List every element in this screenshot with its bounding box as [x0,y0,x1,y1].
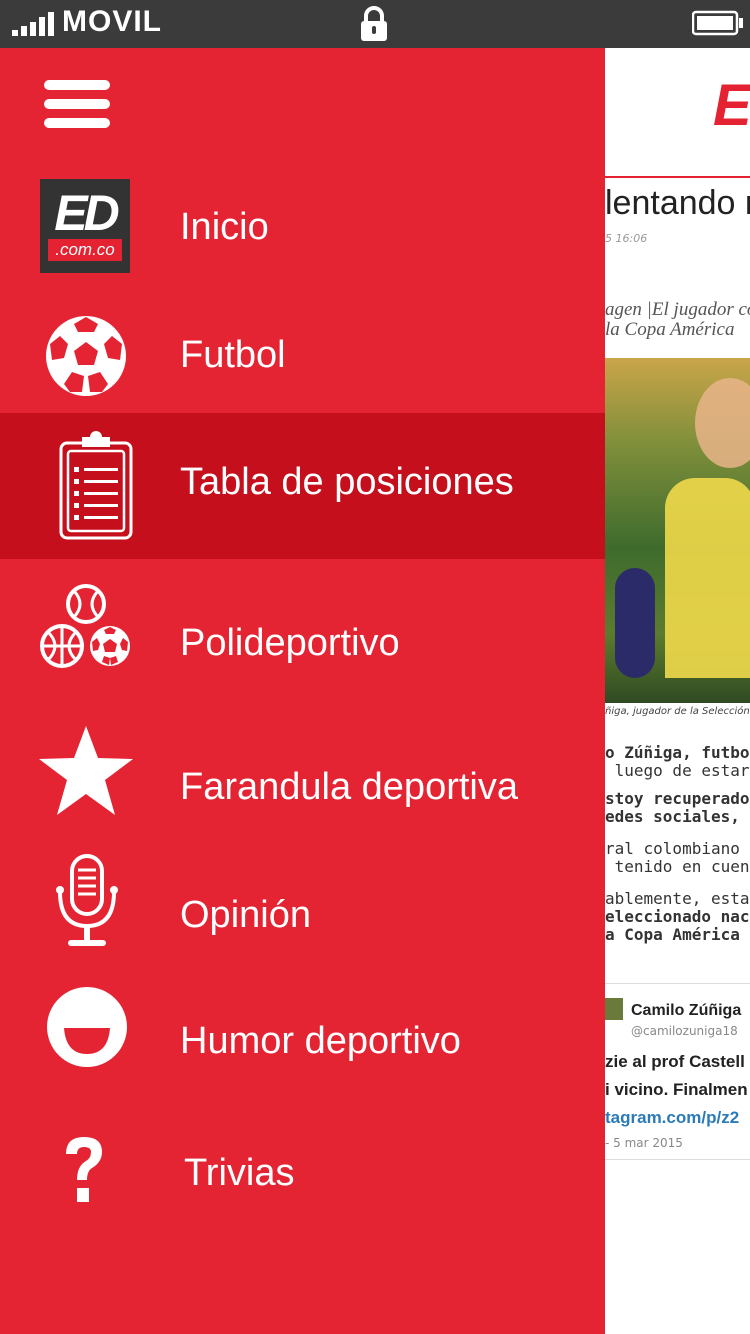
status-bar: MOVIL [0,0,750,48]
body-line: tenido en cuenta [614,857,750,876]
article-logo: ED [713,73,750,138]
menu-item-inicio[interactable]: ED .com.co Inicio [0,168,605,292]
article-date: 5 16:06 [605,232,648,245]
tweet-link[interactable]: tagram.com/p/z2 [605,1108,739,1128]
article-headline[interactable]: lentando n [605,184,750,223]
menu-item-label: Opinión [180,894,311,936]
tweet-date: - 5 mar 2015 [605,1136,683,1150]
question-mark-icon [66,1137,102,1202]
photo-caption: ñiga, jugador de la Selección Col [605,706,750,717]
navigation-drawer: ED .com.co Inicio Futbol Tabla de posici… [0,48,605,1334]
star-icon [39,726,133,815]
body-line: eleccionado nac [605,907,750,926]
body-line: o Zúñiga, futbolis [605,743,750,762]
photo-background-player [615,568,655,678]
tweet-avatar [605,998,623,1020]
photo-face [695,378,750,468]
menu-item-futbol[interactable]: Futbol [0,292,605,412]
ed-logo: ED .com.co [40,179,130,273]
carrier-name: MOVIL [62,5,162,38]
menu-item-label: Tabla de posiciones [180,461,514,503]
tweet-text: zie al prof Castell [605,1052,745,1071]
tweet-handle: @camilozuniga18 [631,1024,738,1038]
menu-item-opinion[interactable]: Opinión [0,850,605,984]
menu-item-label: Futbol [180,334,286,376]
ed-logo-text: ED [54,185,119,241]
menu-item-label: Humor deportivo [180,1020,461,1062]
article-photo[interactable] [605,358,750,703]
caption-line: la Copa América [605,319,735,340]
image-caption: agen |El jugador co la Copa América [605,300,750,340]
menu-item-trivias[interactable]: Trivias [0,1114,605,1244]
menu-item-tabla-de-posiciones[interactable]: Tabla de posiciones [0,413,605,559]
soccer-ball-icon [46,316,126,396]
laughing-face-icon [47,987,127,1067]
menu-item-humor-deportivo[interactable]: Humor deportivo [0,984,605,1114]
menu-item-label: Inicio [180,206,269,248]
body-line: ablemente, esta no [605,889,750,908]
divider [605,176,750,178]
tweet-text: i vicino. Finalmen [605,1080,748,1099]
menu-item-polideportivo[interactable]: Polideportivo [0,560,605,710]
clipboard-icon [59,431,133,540]
menu-item-label: Trivias [184,1152,295,1194]
tweet-author: Camilo Zúñiga [631,1002,742,1019]
photo-shirt [665,478,750,678]
body-line: a Copa América [605,925,740,944]
body-line: stoy recuperado [605,789,750,808]
lock-icon [361,6,387,41]
multi-sport-balls-icon [40,584,130,668]
article-body: o Zúñiga, futbolis luego de estar 12 stoy… [605,744,750,944]
battery-icon [692,10,743,36]
menu-item-farandula-deportiva[interactable]: Farandula deportiva [0,710,605,850]
ed-logo-domain: .com.co [48,239,122,261]
embedded-tweet[interactable]: Camilo Zúñiga @camilozuniga18 zie al pro… [605,983,750,1160]
body-line: ral colombiano ya [605,839,750,858]
hamburger-menu-icon[interactable] [44,80,110,128]
signal-bars-icon [12,12,54,36]
article-page: ED lentando n 5 16:06 agen |El jugador c… [605,48,750,1334]
menu-item-label: Polideportivo [180,622,400,664]
microphone-icon [56,854,118,946]
body-line: luego de estar 12 [614,761,750,780]
caption-line: agen |El jugador co [605,299,750,320]
menu-item-label: Farandula deportiva [180,766,518,808]
body-line: edes sociales, dán [605,807,750,826]
